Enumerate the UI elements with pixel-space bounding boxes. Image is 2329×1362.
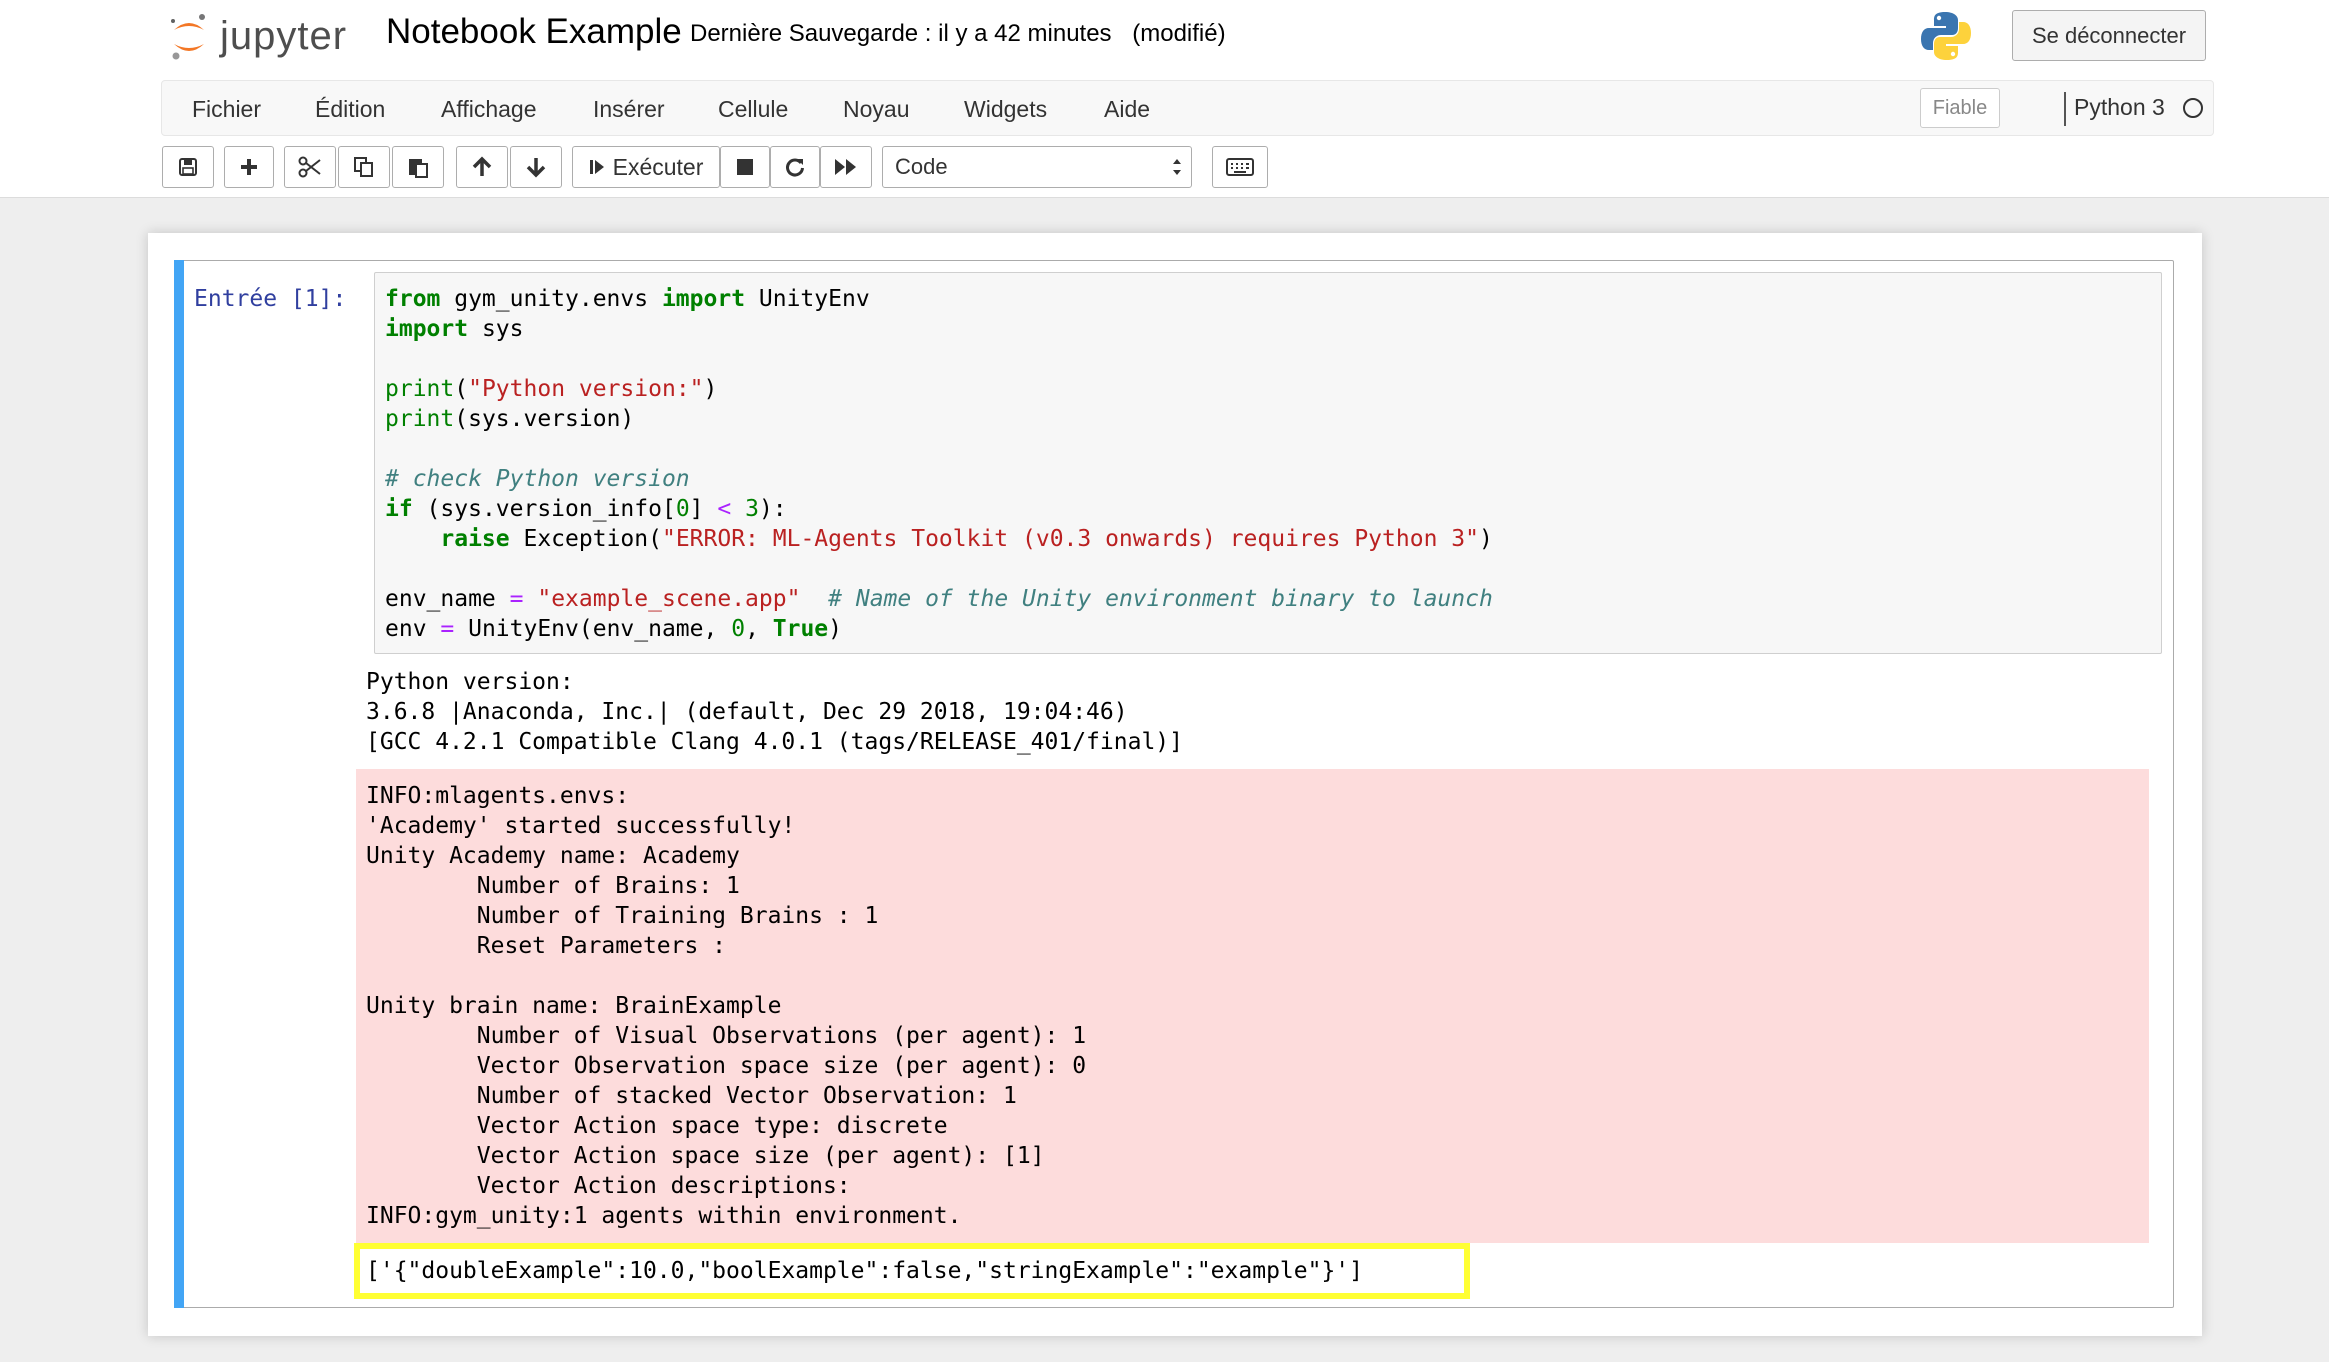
stderr-line: Reset Parameters :: [366, 933, 727, 959]
code-line: print("Python version:"): [385, 376, 718, 402]
fast-forward-icon: [835, 159, 856, 175]
restart-icon: [786, 158, 804, 177]
logout-button[interactable]: Se déconnecter: [2012, 10, 2206, 61]
copy-icon: [354, 157, 373, 177]
save-button[interactable]: [162, 146, 214, 188]
stderr-line: Unity Academy name: Academy: [366, 843, 740, 869]
paste-icon: [409, 159, 428, 178]
menu-edit[interactable]: Édition: [315, 81, 385, 137]
save-icon: [179, 158, 197, 176]
interrupt-button[interactable]: [720, 146, 770, 188]
stderr-line: 'Academy' started successfully!: [366, 813, 796, 839]
cell-selection-bar: [174, 260, 184, 1308]
python-logo-icon: [1921, 12, 1971, 60]
cut-icon: [298, 156, 321, 178]
cell-type-select[interactable]: Code: [882, 146, 1192, 188]
restart-run-all-button[interactable]: [820, 146, 872, 188]
code-editor[interactable]: from gym_unity.envs import UnityEnv impo…: [374, 272, 2162, 654]
stderr-line: Number of Visual Observations (per agent…: [366, 1023, 1087, 1049]
select-arrows-icon: [1173, 159, 1181, 175]
menu-cell[interactable]: Cellule: [718, 81, 788, 137]
code-line: env = UnityEnv(env_name, 0, True): [385, 616, 843, 642]
move-down-button[interactable]: [510, 146, 562, 188]
code-line: # check Python version: [385, 466, 690, 492]
restart-button[interactable]: [770, 146, 820, 188]
move-up-button[interactable]: [456, 146, 508, 188]
stderr-line: Vector Action descriptions:: [366, 1173, 865, 1199]
code-line: env_name = "example_scene.app" # Name of…: [385, 586, 1493, 612]
kernel-name[interactable]: Python 3: [2074, 94, 2165, 121]
stderr-line: Vector Observation space size (per agent…: [366, 1053, 1087, 1079]
code-line: if (sys.version_info[0] < 3):: [385, 496, 787, 522]
code-line: import sys: [385, 316, 524, 342]
stdout-line: [GCC 4.2.1 Compatible Clang 4.0.1 (tags/…: [366, 729, 1183, 755]
arrow-up-icon: [472, 156, 492, 176]
menu-help[interactable]: Aide: [1104, 81, 1150, 137]
kernel-separator: [2064, 92, 2066, 126]
code-line: from gym_unity.envs import UnityEnv: [385, 286, 870, 312]
cell-type-value: Code: [895, 154, 948, 179]
menu-widgets[interactable]: Widgets: [964, 81, 1047, 137]
jupyter-logo[interactable]: jupyter: [168, 8, 347, 64]
stderr-line: Unity brain name: BrainExample: [366, 993, 782, 1019]
cut-button[interactable]: [284, 146, 336, 188]
stderr-line: Vector Action space size (per agent): [1…: [366, 1143, 1045, 1169]
stderr-line: Vector Action space type: discrete: [366, 1113, 948, 1139]
menu-kernel[interactable]: Noyau: [843, 81, 909, 137]
menu-file[interactable]: Fichier: [192, 81, 261, 137]
insert-cell-button[interactable]: [224, 146, 274, 188]
notebook-title[interactable]: Notebook Example: [386, 12, 682, 52]
paste-button[interactable]: [392, 146, 444, 188]
jupyter-logo-icon: [171, 14, 205, 60]
header: jupyter Notebook Example Dernière Sauveg…: [0, 0, 2329, 198]
menubar: Fichier Édition Affichage Insérer Cellul…: [161, 80, 2214, 136]
step-forward-icon: [589, 160, 604, 174]
kernel-idle-icon: [2183, 98, 2203, 118]
keyboard-icon: [1226, 158, 1254, 176]
stderr-line: INFO:gym_unity:1 agents within environme…: [366, 1203, 962, 1229]
run-label: Exécuter: [612, 153, 704, 180]
save-status: Dernière Sauvegarde : il y a 42 minutes …: [690, 20, 1226, 48]
last-saved-text: Dernière Sauvegarde : il y a 42 minutes: [690, 20, 1112, 47]
command-palette-button[interactable]: [1212, 146, 1268, 188]
copy-button[interactable]: [338, 146, 390, 188]
menu-view[interactable]: Affichage: [441, 81, 536, 137]
run-button[interactable]: Exécuter: [572, 146, 720, 188]
input-prompt: Entrée [1]:: [194, 286, 347, 312]
trusted-indicator[interactable]: Fiable: [1920, 88, 2000, 128]
logo-text: jupyter: [220, 13, 348, 58]
stderr-line: Number of Brains: 1: [366, 873, 740, 899]
stdout-line: Python version:: [366, 669, 574, 695]
code-line: raise Exception("ERROR: ML-Agents Toolki…: [440, 526, 1493, 552]
stdout-line: 3.6.8 |Anaconda, Inc.| (default, Dec 29 …: [366, 699, 1128, 725]
stop-icon: [737, 159, 753, 175]
arrow-down-icon: [526, 158, 546, 178]
stderr-line: Number of Training Brains : 1: [366, 903, 879, 929]
stderr-line: INFO:mlagents.envs:: [366, 783, 630, 809]
code-line: print(sys.version): [385, 406, 635, 432]
result-output: ['{"doubleExample":10.0,"boolExample":fa…: [366, 1258, 1363, 1284]
modified-indicator: (modifié): [1132, 20, 1226, 47]
stderr-line: Number of stacked Vector Observation: 1: [366, 1083, 1017, 1109]
plus-icon: [241, 159, 257, 175]
menu-insert[interactable]: Insérer: [593, 81, 665, 137]
